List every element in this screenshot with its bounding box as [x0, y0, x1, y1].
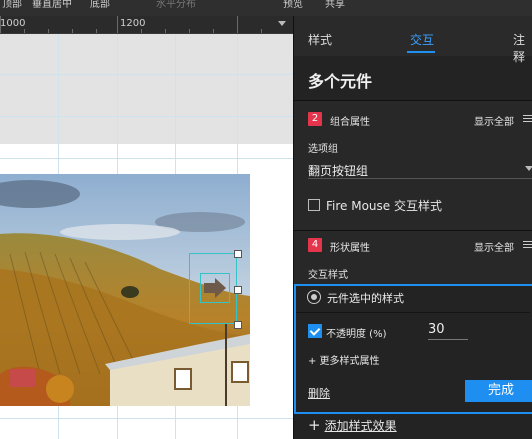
add-style-effect-button[interactable]: + 添加样式效果 [308, 416, 397, 434]
target-icon [307, 290, 321, 304]
ruler-menu-caret-icon[interactable] [278, 21, 286, 26]
group-properties-title: 组合属性 [330, 117, 370, 128]
resize-handle[interactable] [234, 286, 242, 294]
next-page-button[interactable] [200, 273, 230, 303]
design-canvas[interactable]: 1000 1200 [0, 16, 293, 439]
option-group-select[interactable]: 翻页按钮组 [308, 160, 532, 179]
arrow-right-icon [204, 278, 226, 298]
interaction-style-label: 交互样式 [308, 270, 348, 281]
group-menu-icon[interactable] [523, 115, 532, 123]
resize-handle[interactable] [234, 250, 242, 258]
plus-icon: + [308, 416, 321, 434]
shape-properties-title: 形状属性 [330, 243, 370, 254]
tab-interaction[interactable]: 交互 [410, 31, 434, 48]
delete-link[interactable]: 删除 [308, 385, 330, 401]
tab-style[interactable]: 样式 [308, 31, 332, 48]
selected-style-label: 元件选中的样式 [327, 292, 404, 305]
inspector-tabs: 样式 交互 注释 [294, 16, 532, 64]
option-group-label: 选项组 [308, 144, 338, 155]
add-style-effect-label: 添加样式效果 [324, 419, 397, 433]
opacity-checkbox[interactable] [308, 324, 322, 338]
more-style-props-link[interactable]: + 更多样式属性 [308, 352, 380, 367]
top-toolbar: 顶部 垂直居中 底部 水平分布 预览 共享 [0, 0, 532, 16]
inspector-panel: 样式 交互 注释 多个元件 2 组合属性 显示全部 选项组 翻页按钮组 Fire… [293, 16, 532, 439]
panel-title: 多个元件 [308, 72, 373, 91]
chevron-down-icon [525, 166, 532, 171]
resize-handle[interactable] [234, 321, 242, 329]
group-show-all-button[interactable]: 显示全部 [474, 113, 514, 128]
align-middle-button[interactable]: 垂直居中 [32, 0, 72, 10]
done-button[interactable]: 完成 [465, 380, 532, 402]
canvas-background-band [0, 34, 293, 144]
tab-notes[interactable]: 注释 [513, 31, 532, 65]
align-top-button[interactable]: 顶部 [2, 0, 22, 10]
shape-count-badge: 4 [308, 238, 322, 252]
opacity-label: 不透明度 (%) [326, 329, 387, 340]
active-tab-indicator [407, 51, 435, 53]
group-count-badge: 2 [308, 112, 322, 126]
preview-button[interactable]: 预览 [283, 0, 303, 10]
option-group-value: 翻页按钮组 [308, 164, 369, 178]
align-bottom-button[interactable]: 底部 [90, 0, 110, 10]
shape-show-all-button[interactable]: 显示全部 [474, 239, 514, 254]
horizontal-ruler: 1000 1200 [0, 16, 293, 34]
ruler-label: 1200 [120, 18, 146, 29]
distribute-horizontal-button[interactable]: 水平分布 [156, 0, 196, 10]
fire-mouse-label: Fire Mouse 交互样式 [326, 199, 442, 213]
ruler-label: 1000 [0, 18, 26, 29]
opacity-input[interactable]: 30 [428, 321, 468, 340]
fire-mouse-checkbox[interactable] [308, 199, 320, 211]
shape-menu-icon[interactable] [523, 241, 532, 249]
share-button[interactable]: 共享 [325, 0, 345, 10]
